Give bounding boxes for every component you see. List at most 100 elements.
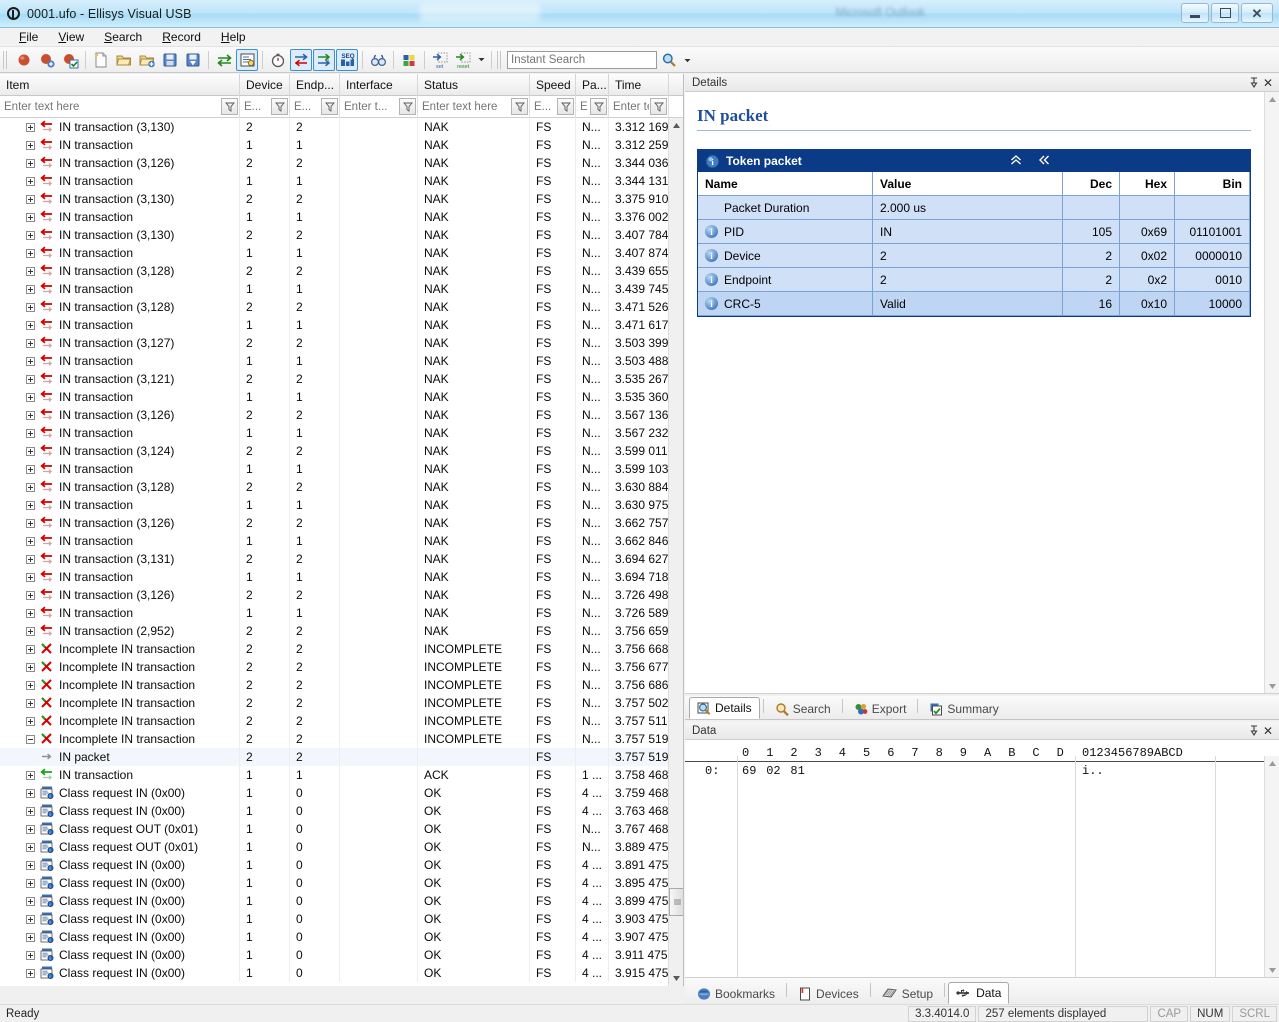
close-button[interactable]: ✕	[1241, 3, 1273, 23]
table-row[interactable]: Incomplete IN transaction 2 2 INCOMPLETE FS N…	[0, 640, 683, 658]
table-row[interactable]: IN transaction 1 1 ACK FS 1 ... 3.758 468	[0, 766, 683, 784]
token-field-row[interactable]: i PID IN 105 0x69 01101001	[698, 220, 1250, 244]
table-row[interactable]: Incomplete IN transaction 2 2 INCOMPLETE FS N…	[0, 730, 683, 748]
column-header-device[interactable]: Device	[240, 74, 290, 96]
table-row[interactable]: IN transaction (3,130) 2 2 NAK FS N... 3.375 9…	[0, 190, 683, 208]
bottom-tab-devices[interactable]: Devices	[790, 983, 867, 1004]
table-row[interactable]: IN transaction (3,124) 2 2 NAK FS N... 3.599 0…	[0, 442, 683, 460]
hex-viewer[interactable]: 0 1 2 3 4 5 6 7 8 9 A B C D 0123456789ABCD 0: 69 02 81 i..	[685, 740, 1279, 978]
menu-search[interactable]: Search	[95, 29, 151, 45]
collapse-up-icon[interactable]	[1010, 154, 1022, 169]
table-row[interactable]: i Class request IN (0x00) 1 0 OK FS 4 ... 3.907…	[0, 928, 683, 946]
expand-row-button[interactable]	[26, 374, 35, 384]
expand-row-button[interactable]	[26, 410, 35, 420]
menu-view[interactable]: View	[49, 29, 93, 45]
magnifier-icon[interactable]	[658, 49, 680, 71]
expand-row-button[interactable]	[26, 536, 35, 546]
expand-row-button[interactable]	[26, 932, 35, 942]
show-details-button[interactable]	[236, 48, 258, 71]
token-field-row[interactable]: i Device 2 2 0x02 0000010	[698, 244, 1250, 268]
close-icon[interactable]: ✕	[1261, 76, 1275, 90]
filter-button-device[interactable]	[271, 98, 288, 115]
table-row[interactable]: Incomplete IN transaction 2 2 INCOMPLETE FS N…	[0, 694, 683, 712]
pin-icon[interactable]	[1247, 76, 1261, 90]
info-icon[interactable]: i	[705, 273, 718, 286]
transactions-view-button[interactable]	[290, 48, 312, 71]
table-row[interactable]: IN transaction 1 1 NAK FS N... 3.567 232	[0, 424, 683, 442]
table-row[interactable]: i Class request OUT (0x01) 1 0 OK FS N... 3.767…	[0, 820, 683, 838]
table-row[interactable]: IN transaction 1 1 NAK FS N... 3.407 874	[0, 244, 683, 262]
hex-scroll-up[interactable]	[1265, 756, 1279, 771]
filter-button-item[interactable]	[221, 98, 238, 115]
details-scroll-up[interactable]	[1265, 92, 1279, 107]
expand-row-button[interactable]	[26, 662, 35, 672]
filter-button-interface[interactable]	[399, 98, 416, 115]
table-row[interactable]: IN transaction (3,126) 2 2 NAK FS N... 3.726 4…	[0, 586, 683, 604]
expand-row-button[interactable]	[26, 320, 35, 330]
expand-row-button[interactable]	[26, 716, 35, 726]
token-field-row[interactable]: Packet Duration 2.000 us	[698, 196, 1250, 220]
set-marker-button[interactable]: set	[429, 49, 451, 71]
table-row[interactable]: IN transaction 1 1 NAK FS N... 3.694 718	[0, 568, 683, 586]
collapse-row-button[interactable]	[26, 734, 35, 744]
expand-row-button[interactable]	[26, 428, 35, 438]
scroll-up-arrow[interactable]	[669, 118, 683, 133]
scroll-down-arrow[interactable]	[669, 971, 683, 986]
expand-row-button[interactable]	[26, 158, 35, 168]
info-icon[interactable]: i	[705, 225, 718, 238]
search-dropdown-icon[interactable]	[681, 49, 693, 71]
expand-row-button[interactable]	[26, 896, 35, 906]
filter-button-packets[interactable]	[590, 98, 607, 115]
column-header-packets[interactable]: Pa...	[576, 74, 609, 96]
close-icon[interactable]: ✕	[1261, 724, 1275, 738]
table-row[interactable]: IN transaction 1 1 NAK FS N... 3.535 360	[0, 388, 683, 406]
expand-row-button[interactable]	[26, 554, 35, 564]
table-row[interactable]: IN transaction (3,126) 2 2 NAK FS N... 3.567 1…	[0, 406, 683, 424]
filter-cell-endpoint[interactable]	[290, 96, 340, 118]
expand-row-button[interactable]	[26, 968, 35, 978]
expand-row-button[interactable]	[26, 122, 35, 132]
table-row[interactable]: IN transaction (3,128) 2 2 NAK FS N... 3.630 8…	[0, 478, 683, 496]
table-row[interactable]: Incomplete IN transaction 2 2 INCOMPLETE FS N…	[0, 676, 683, 694]
table-row[interactable]: i Class request IN (0x00) 1 0 OK FS 4 ... 3.763…	[0, 802, 683, 820]
pin-icon[interactable]	[1247, 724, 1261, 738]
record-options-button[interactable]	[59, 49, 81, 71]
expand-row-button[interactable]	[26, 860, 35, 870]
column-header-speed[interactable]: Speed	[530, 74, 576, 96]
tab-search[interactable]: Search	[767, 698, 839, 719]
stopwatch-button[interactable]	[267, 49, 289, 71]
table-row[interactable]: IN transaction (3,130) 2 2 NAK FS N... 3.407 7…	[0, 226, 683, 244]
expand-row-button[interactable]	[26, 446, 35, 456]
table-row[interactable]: IN transaction 1 1 NAK FS N... 3.312 259	[0, 136, 683, 154]
collapse-left-icon[interactable]	[1038, 154, 1050, 169]
expand-row-button[interactable]	[26, 680, 35, 690]
record-button[interactable]	[13, 49, 35, 71]
table-row[interactable]: i Class request IN (0x00) 1 0 OK FS 4 ... 3.899…	[0, 892, 683, 910]
minimize-button[interactable]	[1181, 3, 1209, 23]
table-row[interactable]: IN transaction (3,131) 2 2 NAK FS N... 3.694 6…	[0, 550, 683, 568]
table-row[interactable]: i Class request IN (0x00) 1 0 OK FS 4 ... 3.891…	[0, 856, 683, 874]
expand-row-button[interactable]	[26, 608, 35, 618]
table-row[interactable]: Incomplete IN transaction 2 2 INCOMPLETE FS N…	[0, 712, 683, 730]
info-icon[interactable]: i	[705, 249, 718, 262]
save-as-button[interactable]	[182, 49, 204, 71]
table-row-selected[interactable]: IN packet 2 2 FS 3.757 519	[0, 748, 683, 766]
expand-row-button[interactable]	[26, 842, 35, 852]
filter-cell-item[interactable]	[0, 96, 240, 118]
grid-scroll-thumb[interactable]	[669, 888, 683, 916]
menu-help[interactable]: Help	[212, 29, 255, 45]
table-row[interactable]: i Class request IN (0x00) 1 0 OK FS 4 ... 3.911…	[0, 946, 683, 964]
info-icon[interactable]: i	[705, 297, 718, 310]
filter-button-time[interactable]	[650, 98, 667, 115]
table-row[interactable]: IN transaction (3,126) 2 2 NAK FS N... 3.662 7…	[0, 514, 683, 532]
token-field-row[interactable]: i CRC-5 Valid 16 0x10 10000	[698, 292, 1250, 316]
table-row[interactable]: IN transaction 1 1 NAK FS N... 3.439 745	[0, 280, 683, 298]
bottom-tab-data[interactable]: Data	[948, 982, 1010, 1004]
search-grip[interactable]	[497, 50, 503, 69]
open-file-button[interactable]	[113, 49, 135, 71]
expand-row-button[interactable]	[26, 356, 35, 366]
open-add-button[interactable]	[136, 49, 158, 71]
expand-row-button[interactable]	[26, 392, 35, 402]
table-row[interactable]: IN transaction 1 1 NAK FS N... 3.503 488	[0, 352, 683, 370]
expand-row-button[interactable]	[26, 266, 35, 276]
